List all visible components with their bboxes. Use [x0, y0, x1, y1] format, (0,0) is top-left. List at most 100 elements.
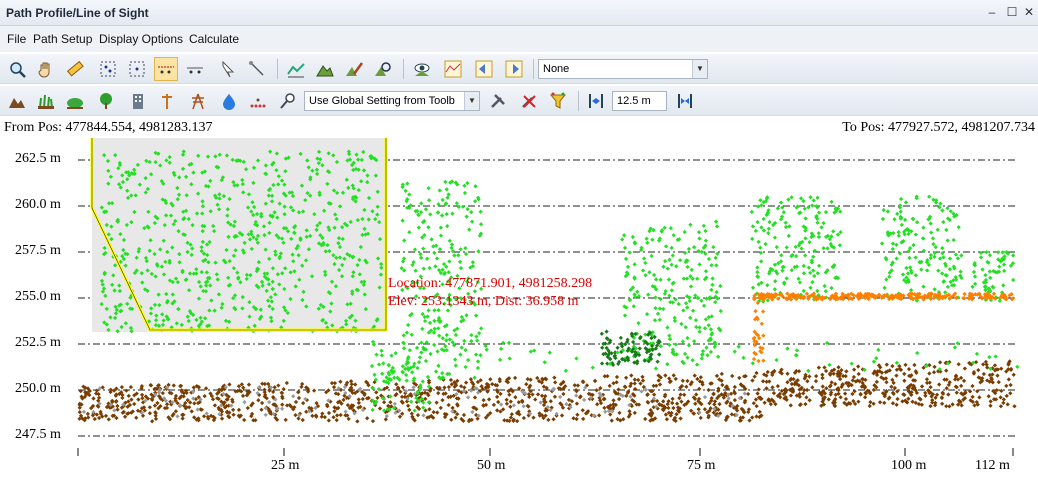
point-cloud-dot [340, 325, 345, 330]
arrow-select-button[interactable] [216, 57, 240, 81]
point-cloud-dot [872, 383, 877, 388]
minimize-button[interactable]: – [985, 5, 999, 19]
point-cloud-dot [159, 328, 164, 333]
point-cloud-dot [378, 272, 384, 277]
tree-button[interactable] [94, 89, 118, 113]
point-cloud-dot [958, 273, 963, 278]
point-cloud-dot [952, 291, 958, 296]
point-cloud-dot [175, 280, 181, 285]
point-cloud-dot [414, 395, 419, 401]
filter-button[interactable] [546, 89, 570, 113]
point-cloud-dot [338, 387, 344, 392]
profile-mode-button[interactable] [154, 57, 178, 81]
grass-button[interactable] [34, 89, 58, 113]
point-cloud-dot [143, 190, 148, 195]
point-cloud-dot [370, 418, 376, 424]
menu-calculate[interactable]: Calculate [189, 32, 239, 46]
point-cloud-dot [478, 222, 484, 227]
point-cloud-dot [740, 408, 746, 413]
swap-left-button[interactable] [472, 57, 496, 81]
menu-display-options[interactable]: Display Options [99, 32, 183, 46]
building-button[interactable] [126, 89, 150, 113]
point-cloud-dot [445, 223, 450, 229]
point-cloud-dot [661, 306, 666, 312]
point-cloud-dot [346, 151, 352, 157]
menu-path-setup[interactable]: Path Setup [33, 32, 92, 46]
point-cloud-dot [616, 387, 621, 392]
menu-file[interactable]: File [7, 32, 26, 46]
point-cloud-dot [400, 218, 405, 223]
graph-button[interactable] [441, 57, 465, 81]
point-cloud-dot [612, 389, 618, 394]
setting-dropdown[interactable]: Use Global Setting from Toolb ▼ [304, 91, 480, 111]
point-cloud-dot [423, 408, 428, 413]
point-cloud-dot [756, 395, 762, 400]
view-button[interactable] [410, 57, 434, 81]
width-input[interactable]: 12.5 m [612, 91, 667, 111]
maximize-button[interactable]: ☐ [1005, 5, 1019, 19]
zoom-button[interactable] [5, 57, 29, 81]
point-cloud-dot [447, 371, 452, 377]
marker-button[interactable] [276, 89, 300, 113]
point-cloud-dot [792, 370, 798, 375]
point-cloud-dot [715, 395, 720, 401]
point-cloud-dot [196, 279, 202, 285]
point-cloud-dot [1011, 372, 1016, 377]
point-cloud-dot [911, 216, 916, 222]
width-wide-button[interactable] [673, 89, 697, 113]
point-cloud-dot [422, 218, 427, 224]
shrub-button[interactable] [63, 89, 87, 113]
point-cloud-dot [334, 159, 340, 165]
overlay-dropdown[interactable]: None ▼ [538, 59, 708, 79]
point-cloud-dot [253, 306, 258, 312]
power-line-button[interactable] [186, 89, 210, 113]
point-cloud-dot [211, 223, 216, 229]
point-cloud-dot [351, 186, 356, 191]
point-cloud-dot [959, 253, 964, 258]
point-cloud-dot [156, 406, 161, 411]
mountain-button[interactable] [313, 57, 337, 81]
point-cloud-dot [612, 354, 617, 359]
line-of-sight-path[interactable] [90, 138, 388, 332]
terrain-profile-button[interactable] [284, 57, 308, 81]
point-cloud-dot [179, 394, 184, 399]
point-cloud-dot [759, 291, 764, 297]
point-cloud-dot [331, 153, 336, 158]
point-cloud-dot [746, 407, 752, 412]
swap-right-button[interactable] [502, 57, 526, 81]
point-cloud-dot [520, 389, 525, 394]
point-cloud-dot [152, 403, 158, 408]
clear-button[interactable] [517, 89, 541, 113]
line-select-button[interactable] [245, 57, 269, 81]
points-button[interactable] [246, 89, 270, 113]
select-points-button[interactable] [96, 57, 120, 81]
select-region-button[interactable] [125, 57, 149, 81]
point-cloud-dot [224, 247, 229, 253]
profile-alt-button[interactable] [183, 57, 207, 81]
analyze-button[interactable] [371, 57, 395, 81]
point-cloud-dot [227, 319, 232, 324]
edit-profile-button[interactable] [342, 57, 366, 81]
measure-button[interactable] [63, 57, 87, 81]
point-cloud-dot [440, 398, 445, 403]
terrain-button[interactable] [5, 89, 29, 113]
point-cloud-dot [759, 225, 764, 230]
point-cloud-dot [632, 276, 637, 281]
pan-button[interactable] [34, 57, 58, 81]
point-cloud-dot [219, 409, 225, 414]
close-button[interactable]: ✕ [1022, 5, 1036, 19]
width-narrow-button[interactable] [584, 89, 608, 113]
point-cloud-dot [342, 384, 348, 390]
water-button[interactable] [217, 89, 241, 113]
tools-button[interactable] [486, 89, 510, 113]
point-cloud-dot [305, 386, 310, 391]
point-cloud-dot [812, 296, 818, 301]
point-cloud-dot [192, 401, 197, 406]
point-cloud-dot [177, 260, 182, 265]
point-cloud-dot [770, 385, 775, 390]
tower-button[interactable] [155, 89, 179, 113]
point-cloud-dot [528, 349, 533, 354]
point-cloud-dot [798, 196, 804, 201]
point-cloud-dot [156, 151, 161, 156]
point-cloud-dot [709, 398, 714, 403]
